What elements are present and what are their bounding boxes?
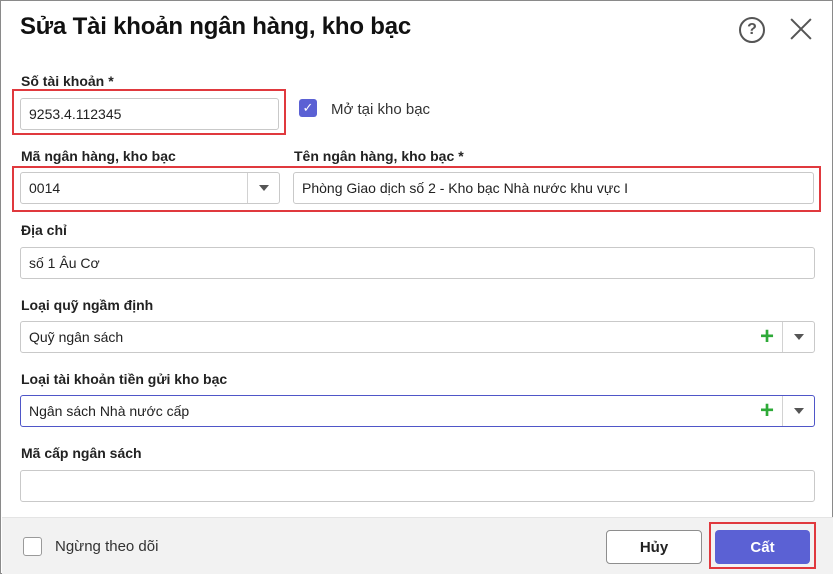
cancel-button[interactable]: Hủy xyxy=(606,530,702,564)
deposit-type-label: Loại tài khoản tiền gửi kho bạc xyxy=(21,371,228,387)
open-at-treasury-checkbox[interactable]: ✓ xyxy=(299,99,317,117)
stop-tracking-label: Ngừng theo dõi xyxy=(55,538,159,555)
chevron-down-icon[interactable] xyxy=(782,322,814,352)
stop-tracking-checkbox[interactable] xyxy=(23,537,42,556)
account-number-label: Số tài khoản * xyxy=(21,73,114,89)
bank-name-label: Tên ngân hàng, kho bạc * xyxy=(294,148,464,164)
budget-level-label: Mã cấp ngân sách xyxy=(21,445,142,461)
budget-level-input[interactable] xyxy=(20,470,815,502)
close-icon[interactable] xyxy=(787,15,815,43)
help-icon[interactable]: ? xyxy=(739,17,765,43)
bank-code-label: Mã ngân hàng, kho bạc xyxy=(21,148,176,164)
deposit-type-value: Ngân sách Nhà nước cấp xyxy=(29,403,190,419)
default-fund-combobox[interactable]: Quỹ ngân sách + xyxy=(20,321,815,353)
address-input[interactable]: số 1 Âu Cơ xyxy=(20,247,815,279)
add-plus-icon[interactable]: + xyxy=(760,322,774,352)
address-label: Địa chỉ xyxy=(21,222,67,238)
chevron-down-icon[interactable] xyxy=(782,396,814,426)
save-button-highlight xyxy=(709,522,816,569)
deposit-type-combobox[interactable]: Ngân sách Nhà nước cấp + xyxy=(20,395,815,427)
add-plus-icon[interactable]: + xyxy=(760,396,774,426)
account-number-highlight xyxy=(12,89,286,135)
open-at-treasury-label: Mở tại kho bạc xyxy=(331,101,431,118)
dialog-title: Sửa Tài khoản ngân hàng, kho bạc xyxy=(20,13,412,40)
default-fund-label: Loại quỹ ngầm định xyxy=(21,297,154,313)
edit-bank-account-dialog: Sửa Tài khoản ngân hàng, kho bạc ? Số tà… xyxy=(0,0,833,574)
default-fund-value: Quỹ ngân sách xyxy=(29,329,124,345)
bank-row-highlight xyxy=(12,166,821,212)
